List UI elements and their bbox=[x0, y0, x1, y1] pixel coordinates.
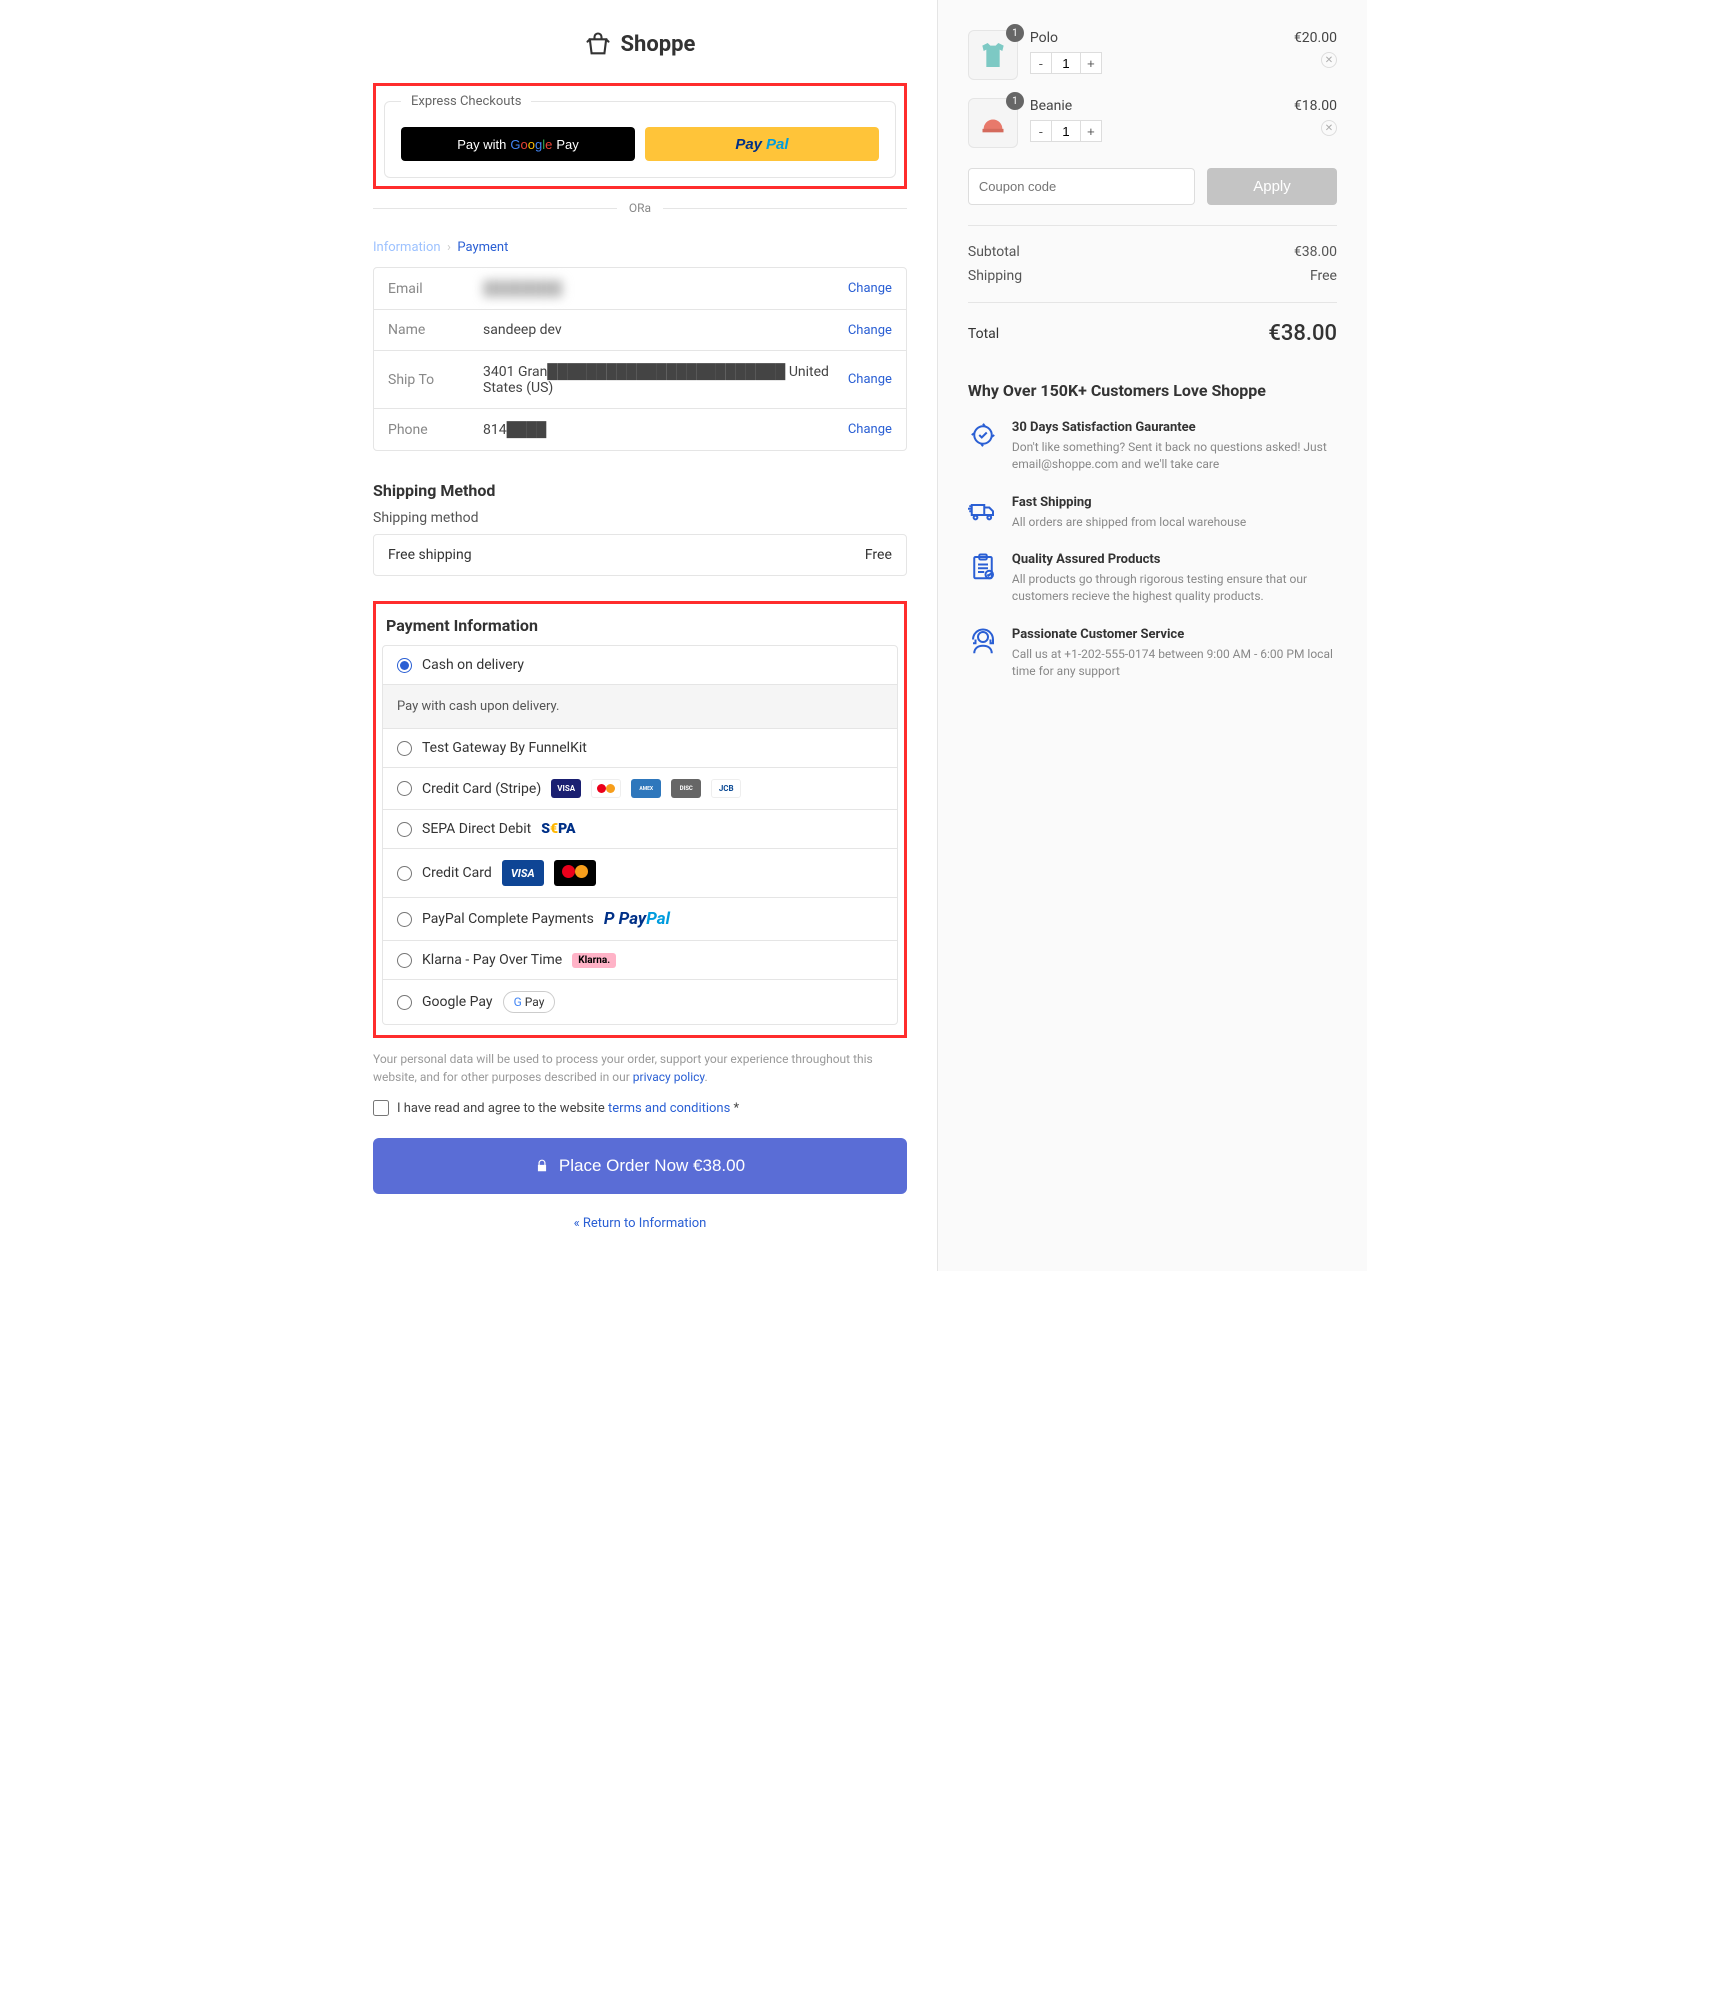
info-shipto-value: 3401 Gran████████████████████████ United… bbox=[483, 363, 848, 396]
shipping-option: Free shipping Free bbox=[373, 534, 907, 576]
info-name-label: Name bbox=[388, 322, 483, 338]
cart-item: 1 Beanie - + €18.00 ✕ bbox=[968, 98, 1337, 148]
customer-info-table: Email ████████ Change Name sandeep dev C… bbox=[373, 267, 907, 451]
qty-plus[interactable]: + bbox=[1080, 52, 1102, 74]
klarna-icon: Klarna. bbox=[572, 953, 616, 968]
place-order-button[interactable]: Place Order Now €38.00 bbox=[373, 1138, 907, 1194]
qty-input[interactable] bbox=[1052, 52, 1080, 74]
express-legend: Express Checkouts bbox=[401, 94, 531, 109]
cart-price: €18.00 bbox=[1294, 98, 1337, 114]
visa-icon: VISA bbox=[502, 860, 544, 886]
cart-item: 1 Polo - + €20.00 ✕ bbox=[968, 30, 1337, 80]
lock-icon bbox=[535, 1159, 549, 1173]
truck-icon bbox=[968, 495, 998, 525]
coupon-input[interactable] bbox=[968, 168, 1195, 205]
crumb-information[interactable]: Information bbox=[373, 240, 441, 255]
qty-stepper: - + bbox=[1030, 120, 1282, 142]
pay-stripe[interactable]: Credit Card (Stripe) VISA AMEX DISC JCB bbox=[383, 768, 897, 810]
sepa-icon: S€PA bbox=[541, 821, 575, 837]
shipping-row: ShippingFree bbox=[968, 264, 1337, 288]
terms-checkbox[interactable] bbox=[373, 1100, 389, 1116]
remove-item[interactable]: ✕ bbox=[1321, 120, 1337, 136]
info-phone-value: 814████ bbox=[483, 421, 848, 438]
love-heading: Why Over 150K+ Customers Love Shoppe bbox=[968, 381, 1337, 400]
qty-input[interactable] bbox=[1052, 120, 1080, 142]
shipping-sub: Shipping method bbox=[373, 510, 907, 526]
jcb-icon: JCB bbox=[711, 779, 741, 798]
or-separator: ORa bbox=[373, 201, 907, 215]
pay-cc[interactable]: Credit Card VISA bbox=[383, 849, 897, 898]
express-checkout-box: Express Checkouts Pay with GooglePay Pay… bbox=[384, 94, 896, 178]
pay-gpay[interactable]: Google Pay GPay bbox=[383, 980, 897, 1024]
terms-row: I have read and agree to the website ter… bbox=[373, 1100, 907, 1116]
cart-name: Beanie bbox=[1030, 98, 1282, 114]
benefit-service: Passionate Customer ServiceCall us at +1… bbox=[968, 627, 1337, 680]
express-checkout-highlight: Express Checkouts Pay with GooglePay Pay… bbox=[373, 83, 907, 189]
crumb-payment[interactable]: Payment bbox=[457, 240, 508, 255]
pay-cod[interactable]: Cash on delivery bbox=[383, 646, 897, 685]
info-phone-label: Phone bbox=[388, 422, 483, 438]
pay-sepa[interactable]: SEPA Direct Debit S€PA bbox=[383, 810, 897, 849]
privacy-note: Your personal data will be used to proce… bbox=[373, 1050, 907, 1086]
paypal-express-button[interactable]: PayPal bbox=[645, 127, 879, 161]
apply-coupon-button[interactable]: Apply bbox=[1207, 168, 1337, 205]
cart-price: €20.00 bbox=[1294, 30, 1337, 46]
qty-stepper: - + bbox=[1030, 52, 1282, 74]
clipboard-icon bbox=[968, 552, 998, 582]
qty-plus[interactable]: + bbox=[1080, 120, 1102, 142]
discover-icon: DISC bbox=[671, 779, 701, 798]
headset-icon bbox=[968, 627, 998, 657]
return-link[interactable]: « Return to Information bbox=[373, 1216, 907, 1231]
qty-minus[interactable]: - bbox=[1030, 52, 1052, 74]
payment-highlight: Payment Information Cash on delivery Pay… bbox=[373, 601, 907, 1038]
terms-link[interactable]: terms and conditions bbox=[608, 1101, 730, 1116]
change-shipto-link[interactable]: Change bbox=[848, 372, 892, 387]
privacy-link[interactable]: privacy policy bbox=[633, 1070, 705, 1084]
cart-thumb-beanie: 1 bbox=[968, 98, 1018, 148]
info-name-value: sandeep dev bbox=[483, 322, 848, 338]
change-name-link[interactable]: Change bbox=[848, 323, 892, 338]
total-row: Total €38.00 bbox=[968, 303, 1337, 346]
logo: Shoppe bbox=[373, 30, 907, 58]
info-email-value: ████████ bbox=[483, 280, 848, 297]
breadcrumb: Information › Payment bbox=[373, 240, 907, 255]
cart-name: Polo bbox=[1030, 30, 1282, 46]
payment-heading: Payment Information bbox=[386, 616, 894, 635]
payment-options: Cash on delivery Pay with cash upon deli… bbox=[382, 645, 898, 1025]
shipping-heading: Shipping Method bbox=[373, 481, 907, 500]
change-phone-link[interactable]: Change bbox=[848, 422, 892, 437]
mastercard-icon bbox=[554, 860, 596, 886]
pay-klarna[interactable]: Klarna - Pay Over Time Klarna. bbox=[383, 941, 897, 980]
change-email-link[interactable]: Change bbox=[848, 281, 892, 296]
gpay-icon: GPay bbox=[503, 991, 556, 1013]
benefit-quality: Quality Assured ProductsAll products go … bbox=[968, 552, 1337, 605]
pay-cod-desc: Pay with cash upon delivery. bbox=[383, 685, 897, 729]
info-email-label: Email bbox=[388, 281, 483, 297]
benefit-shipping: Fast ShippingAll orders are shipped from… bbox=[968, 495, 1337, 531]
visa-icon: VISA bbox=[551, 779, 581, 798]
info-shipto-label: Ship To bbox=[388, 372, 483, 388]
cart-thumb-polo: 1 bbox=[968, 30, 1018, 80]
mastercard-icon bbox=[591, 779, 621, 798]
benefit-guarantee: 30 Days Satisfaction GauranteeDon't like… bbox=[968, 420, 1337, 473]
subtotal-row: Subtotal€38.00 bbox=[968, 240, 1337, 264]
paypal-icon: P PayPal bbox=[604, 909, 670, 929]
gpay-express-button[interactable]: Pay with GooglePay bbox=[401, 127, 635, 161]
qty-minus[interactable]: - bbox=[1030, 120, 1052, 142]
pay-test-gateway[interactable]: Test Gateway By FunnelKit bbox=[383, 729, 897, 768]
badge-icon bbox=[968, 420, 998, 450]
amex-icon: AMEX bbox=[631, 779, 661, 798]
pay-paypal[interactable]: PayPal Complete Payments P PayPal bbox=[383, 898, 897, 941]
remove-item[interactable]: ✕ bbox=[1321, 52, 1337, 68]
